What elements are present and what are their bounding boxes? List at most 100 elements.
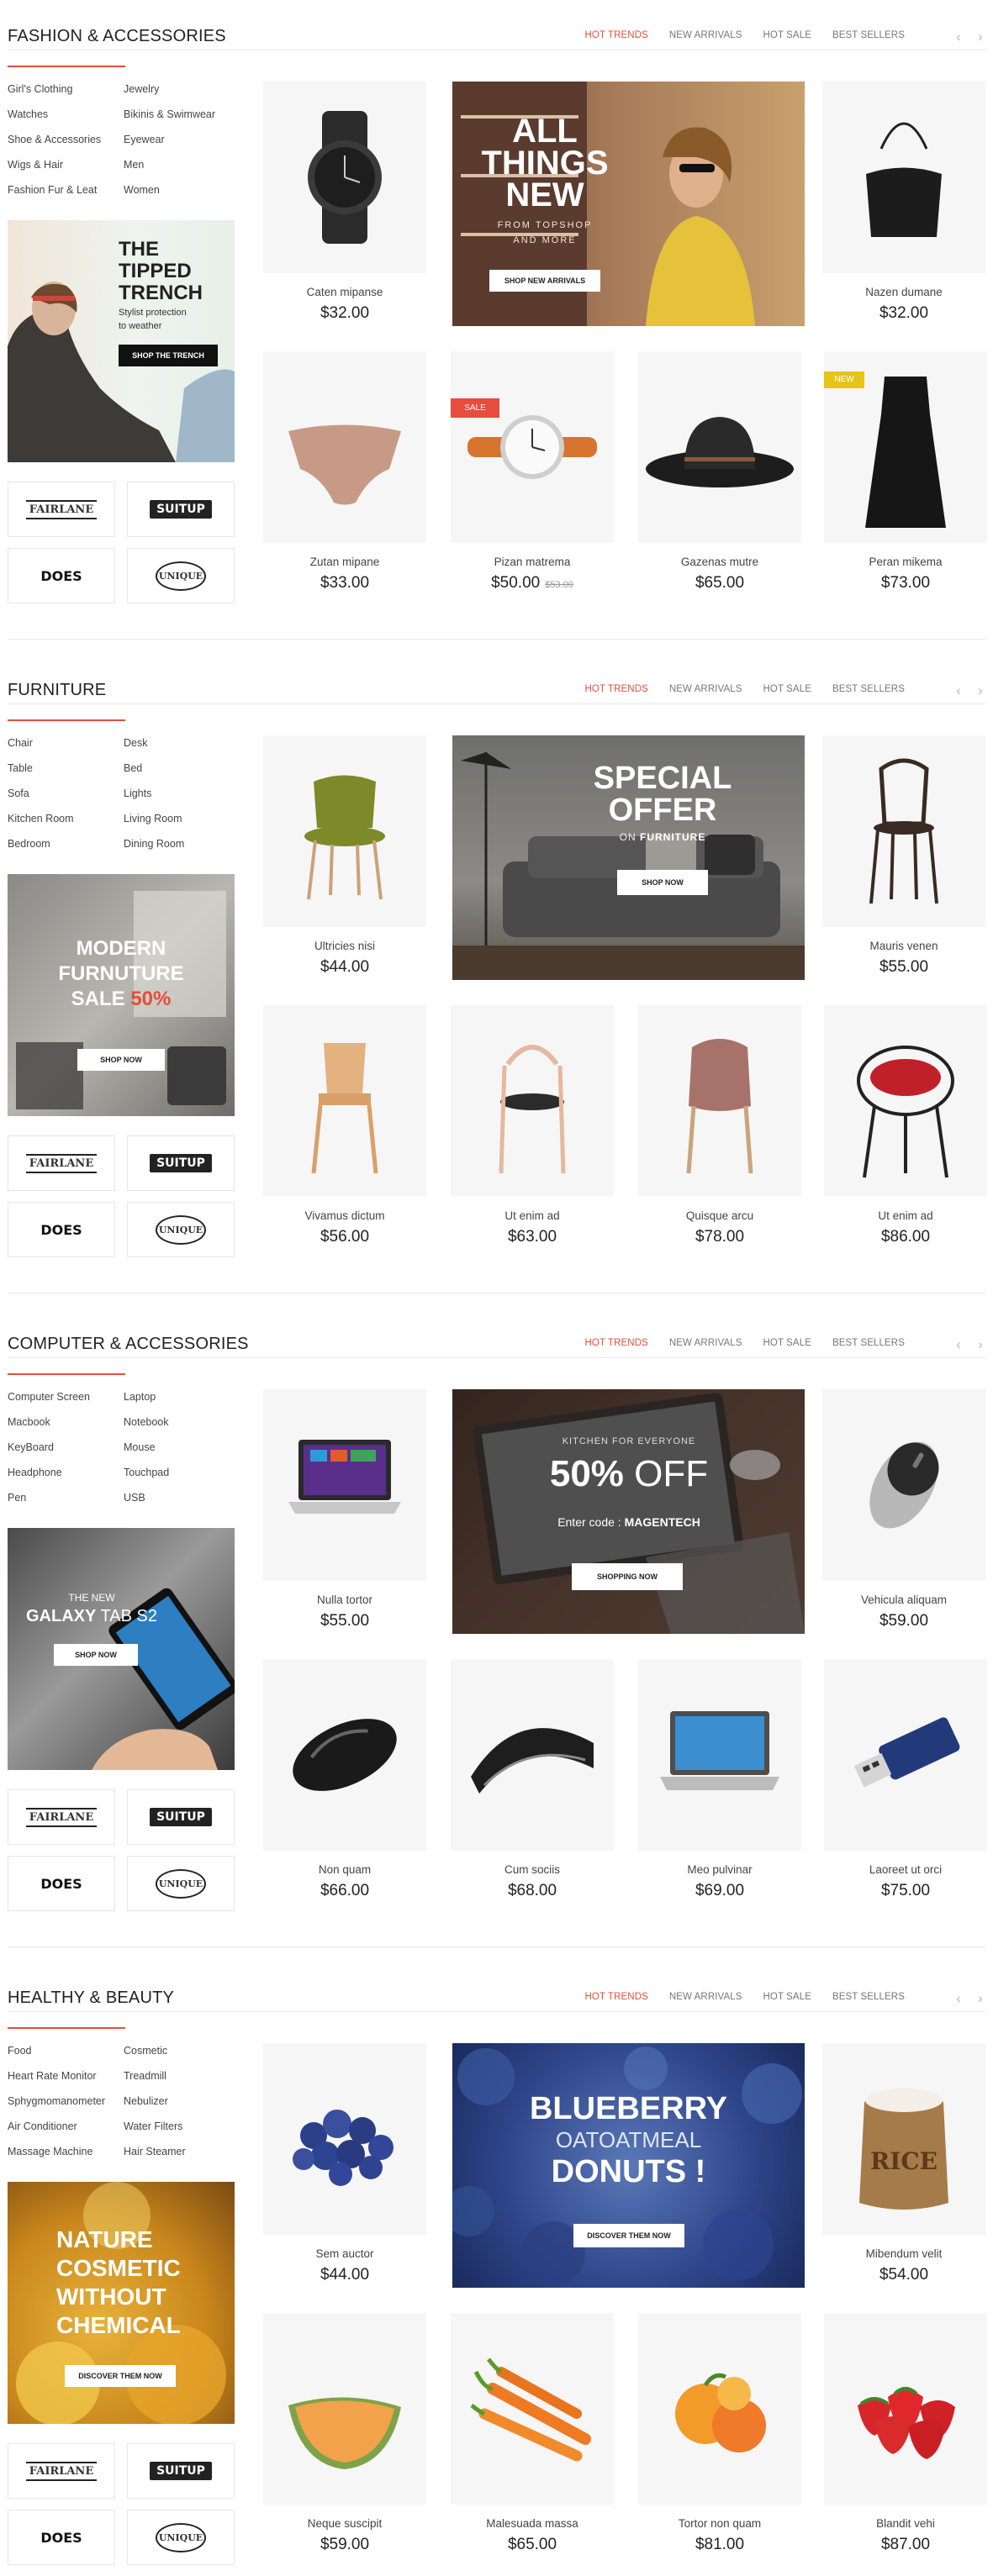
brand-suitup[interactable]: SUITUP bbox=[127, 1789, 235, 1845]
featured-banner[interactable]: KITCHEN FOR EVERYONE 50% OFF Enter code … bbox=[452, 1389, 805, 1634]
category-link[interactable]: Living Room bbox=[124, 811, 233, 826]
brand-unique[interactable]: UNIQUE bbox=[127, 1202, 235, 1257]
brand-suitup[interactable]: SUITUP bbox=[127, 482, 235, 537]
chevron-left-icon[interactable]: ‹ bbox=[953, 1336, 964, 1353]
shop-now-button[interactable]: SHOP NOW bbox=[617, 870, 708, 895]
product-name[interactable]: Vehicula aliquam bbox=[822, 1594, 985, 1606]
product-name[interactable]: Meo pulvinar bbox=[638, 1863, 801, 1876]
tab-new-arrivals[interactable]: New arrivals bbox=[669, 1338, 742, 1348]
product-image[interactable] bbox=[638, 351, 801, 543]
category-link[interactable]: Bedroom bbox=[8, 836, 124, 851]
category-link[interactable]: Dining Room bbox=[124, 836, 233, 851]
product-image[interactable] bbox=[451, 2313, 614, 2505]
product-name[interactable]: Vivamus dictum bbox=[263, 1209, 426, 1222]
category-link[interactable]: Macbook bbox=[8, 1414, 124, 1430]
product-image[interactable] bbox=[263, 351, 426, 543]
product-image[interactable] bbox=[263, 1005, 426, 1197]
category-link[interactable]: Food bbox=[8, 2043, 124, 2058]
product-image[interactable]: RICE bbox=[822, 2043, 985, 2235]
product-name[interactable]: Tortor non quam bbox=[638, 2517, 801, 2530]
brand-fairlane[interactable]: FAIRLANE bbox=[8, 482, 115, 537]
chevron-right-icon[interactable]: › bbox=[975, 1990, 985, 2007]
product-image[interactable] bbox=[638, 2313, 801, 2505]
product-image[interactable] bbox=[822, 1389, 985, 1581]
product-name[interactable]: Zutan mipane bbox=[263, 556, 426, 568]
category-link[interactable]: Hair Steamer bbox=[124, 2144, 233, 2159]
product-name[interactable]: Ut enim ad bbox=[451, 1209, 614, 1222]
category-link[interactable]: Wigs & Hair bbox=[8, 157, 124, 172]
category-link[interactable]: Touchpad bbox=[124, 1465, 233, 1480]
product-image[interactable] bbox=[638, 1005, 801, 1197]
category-link[interactable]: Treadmill bbox=[124, 2068, 233, 2083]
product-name[interactable]: Nulla tortor bbox=[263, 1594, 426, 1606]
discover-button[interactable]: DISCOVER THEM NOW bbox=[65, 2365, 176, 2387]
shop-new-arrivals-button[interactable]: SHOP NEW ARRIVALS bbox=[489, 270, 600, 292]
product-image[interactable] bbox=[451, 351, 614, 543]
category-link[interactable]: Fashion Fur & Leat bbox=[8, 182, 124, 198]
chevron-left-icon[interactable]: ‹ bbox=[953, 1990, 964, 2007]
brand-does[interactable]: DOES bbox=[8, 2510, 115, 2565]
product-name[interactable]: Laoreet ut orci bbox=[824, 1863, 987, 1876]
product-name[interactable]: Cum sociis bbox=[451, 1863, 614, 1876]
product-image[interactable] bbox=[263, 1659, 426, 1851]
shop-now-button[interactable]: SHOP NOW bbox=[54, 1644, 138, 1666]
category-link[interactable]: Men bbox=[124, 157, 233, 172]
category-link[interactable]: Sofa bbox=[8, 786, 124, 801]
category-link[interactable]: Pen bbox=[8, 1490, 124, 1505]
brand-fairlane[interactable]: FAIRLANE bbox=[8, 1789, 115, 1845]
brand-suitup[interactable]: SUITUP bbox=[127, 1135, 235, 1191]
category-link[interactable]: Eyewear bbox=[124, 132, 233, 147]
product-image[interactable] bbox=[824, 1659, 987, 1851]
product-name[interactable]: Mibendum velit bbox=[822, 2247, 985, 2260]
category-link[interactable]: Nebulizer bbox=[124, 2094, 233, 2109]
category-link[interactable]: Sphygmomanometer bbox=[8, 2094, 124, 2109]
category-link[interactable]: Air Conditioner bbox=[8, 2119, 124, 2134]
product-name[interactable]: Non quam bbox=[263, 1863, 426, 1876]
shopping-now-button[interactable]: SHOPPING NOW bbox=[572, 1563, 683, 1590]
product-image[interactable] bbox=[824, 1005, 987, 1197]
brand-unique[interactable]: UNIQUE bbox=[127, 2510, 235, 2565]
category-link[interactable]: Watches bbox=[8, 107, 124, 122]
brand-fairlane[interactable]: FAIRLANE bbox=[8, 2443, 115, 2499]
category-link[interactable]: Lights bbox=[124, 786, 233, 801]
product-image[interactable] bbox=[263, 735, 426, 927]
shop-now-button[interactable]: SHOP NOW bbox=[77, 1049, 165, 1071]
product-image[interactable] bbox=[451, 1005, 614, 1197]
category-link[interactable]: Cosmetic bbox=[124, 2043, 233, 2058]
product-name[interactable]: Caten mipanse bbox=[263, 286, 426, 298]
tab-hot-trends[interactable]: Hot trends bbox=[585, 684, 648, 694]
category-link[interactable]: Bed bbox=[124, 761, 233, 776]
product-name[interactable]: Malesuada massa bbox=[451, 2517, 614, 2530]
promo-banner[interactable]: MODERN FURNUTURE SALE 50% SHOP NOW bbox=[8, 874, 235, 1116]
promo-banner[interactable]: NATURE COSMETIC WITHOUT CHEMICAL DISCOVE… bbox=[8, 2182, 235, 2424]
category-link[interactable]: Bikinis & Swimwear bbox=[124, 107, 233, 122]
product-image[interactable] bbox=[451, 1659, 614, 1851]
product-name[interactable]: Pizan matrema bbox=[451, 556, 614, 568]
category-link[interactable]: KeyBoard bbox=[8, 1440, 124, 1455]
brand-unique[interactable]: UNIQUE bbox=[127, 1856, 235, 1911]
product-name[interactable]: Mauris venen bbox=[822, 940, 985, 952]
tab-hot-trends[interactable]: Hot trends bbox=[585, 1992, 648, 2002]
category-link[interactable]: Massage Machine bbox=[8, 2144, 124, 2159]
tab-best-sellers[interactable]: Best sellers bbox=[832, 1338, 905, 1348]
brand-does[interactable]: DOES bbox=[8, 548, 115, 603]
category-link[interactable]: Mouse bbox=[124, 1440, 233, 1455]
brand-does[interactable]: DOES bbox=[8, 1856, 115, 1911]
product-name[interactable]: Ut enim ad bbox=[824, 1209, 987, 1222]
promo-banner[interactable]: THE TIPPED TRENCH Stylist protection to … bbox=[8, 220, 235, 462]
category-link[interactable]: Notebook bbox=[124, 1414, 233, 1430]
product-image[interactable] bbox=[822, 735, 985, 927]
tab-hot-sale[interactable]: Hot sale bbox=[763, 1992, 811, 2002]
category-link[interactable]: Desk bbox=[124, 735, 233, 751]
product-name[interactable]: Neque suscipit bbox=[263, 2517, 426, 2530]
chevron-right-icon[interactable]: › bbox=[975, 682, 985, 699]
brand-does[interactable]: DOES bbox=[8, 1202, 115, 1257]
tab-hot-trends[interactable]: Hot trends bbox=[585, 1338, 648, 1348]
brand-suitup[interactable]: SUITUP bbox=[127, 2443, 235, 2499]
product-name[interactable]: Ultricies nisi bbox=[263, 940, 426, 952]
category-link[interactable]: Table bbox=[8, 761, 124, 776]
featured-banner[interactable]: SPECIAL OFFER ON FURNITURE SHOP NOW bbox=[452, 735, 805, 980]
category-link[interactable]: Shoe & Accessories bbox=[8, 132, 124, 147]
category-link[interactable]: Heart Rate Monitor bbox=[8, 2068, 124, 2083]
product-image[interactable] bbox=[822, 82, 985, 273]
